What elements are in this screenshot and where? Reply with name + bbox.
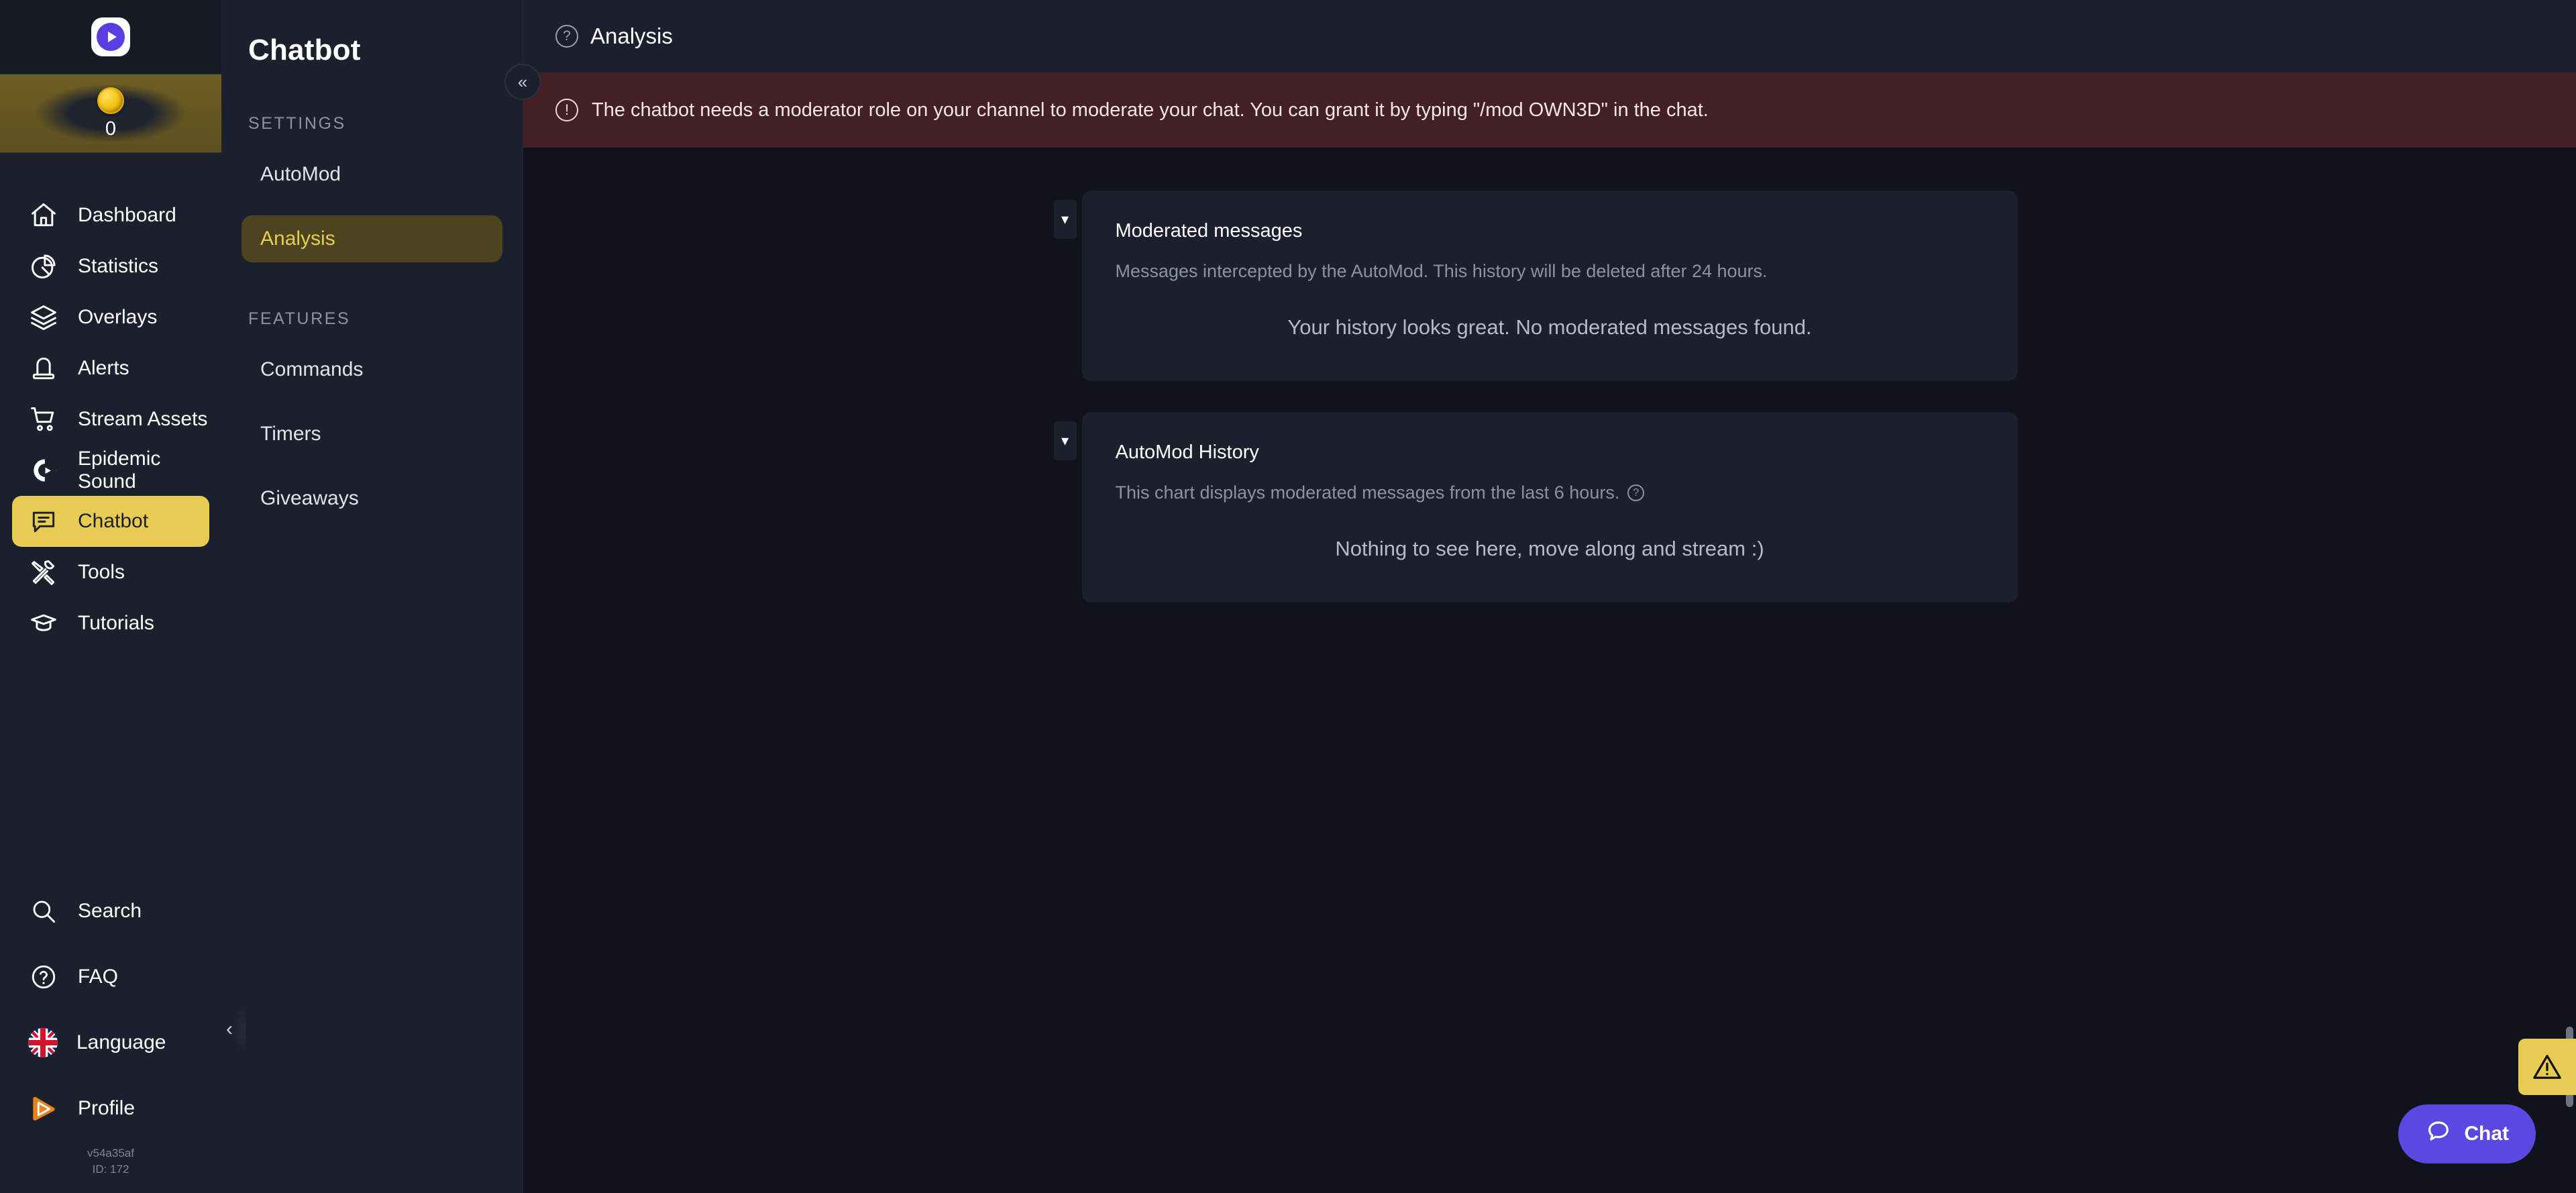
coin-icon [97, 87, 124, 114]
layers-icon [28, 302, 59, 333]
primary-sidebar: 0 Dashboard Statistics Overlays Alerts S… [0, 0, 221, 1193]
shopping-cart-icon [28, 404, 59, 435]
chatbot-panel: Chatbot SETTINGS AutoMod Analysis FEATUR… [221, 0, 541, 1193]
panel-item-label: Giveaways [260, 487, 359, 509]
caret-down-icon[interactable]: ▾ [1053, 200, 1077, 239]
sidebar-item-statistics[interactable]: Statistics [12, 241, 209, 292]
graduation-cap-icon [28, 608, 59, 639]
card-title: Moderated messages [1115, 220, 1303, 242]
pie-chart-icon [28, 251, 59, 282]
panel-item-label: AutoMod [260, 163, 341, 185]
epidemic-sound-icon [28, 455, 59, 486]
panel-item-timers[interactable]: Timers [241, 411, 502, 458]
sidebar-item-overlays[interactable]: Overlays [12, 292, 209, 343]
moderator-warning-banner: ! The chatbot needs a moderator role on … [523, 72, 2576, 148]
caret-down-icon[interactable]: ▾ [1053, 421, 1077, 460]
primary-nav: Dashboard Statistics Overlays Alerts Str… [0, 153, 221, 649]
sidebar-item-label: Language [76, 1031, 166, 1053]
question-circle-icon [28, 962, 59, 992]
sidebar-item-chatbot[interactable]: Chatbot [12, 496, 209, 547]
panel-item-label: Analysis [260, 227, 335, 250]
card-empty-state: Nothing to see here, move along and stre… [1335, 537, 1764, 560]
sidebar-item-alerts[interactable]: Alerts [12, 343, 209, 394]
warning-triangle-icon[interactable] [2518, 1039, 2576, 1095]
chat-launcher-button[interactable]: Chat [2398, 1104, 2536, 1163]
chat-bubble-icon [28, 506, 59, 537]
sidebar-item-label: Tutorials [78, 612, 154, 634]
sidebar-item-tutorials[interactable]: Tutorials [12, 598, 209, 649]
card-row-moderated-messages: ▾ Moderated messages Messages intercepte… [523, 191, 2576, 381]
rail-spacer [0, 649, 221, 878]
app-version: v54a35af [87, 1146, 134, 1159]
automod-history-card: AutoMod History This chart displays mode… [1081, 412, 2018, 603]
app-root: 0 Dashboard Statistics Overlays Alerts S… [0, 0, 2576, 1193]
app-logo[interactable] [0, 0, 221, 74]
page-title: Chatbot [248, 34, 361, 66]
sidebar-item-label: Stream Assets [78, 408, 208, 430]
panel-item-label: Commands [260, 358, 364, 380]
panel-item-automod[interactable]: AutoMod [241, 151, 502, 198]
card-row-automod-history: ▾ AutoMod History This chart displays mo… [523, 412, 2576, 603]
main-content: ? Analysis ! The chatbot needs a moderat… [523, 0, 2576, 1193]
panel-item-commands[interactable]: Commands [241, 346, 502, 393]
sidebar-item-stream-assets[interactable]: Stream Assets [12, 394, 209, 445]
sidebar-item-label: Overlays [78, 306, 158, 328]
chevron-double-left-icon[interactable]: « [504, 64, 541, 100]
moderated-messages-card: Moderated messages Messages intercepted … [1081, 191, 2018, 381]
panel-item-label: Timers [260, 423, 321, 445]
coin-balance[interactable]: 0 [0, 74, 221, 153]
sidebar-item-faq[interactable]: FAQ [12, 944, 209, 1010]
uk-flag-icon [28, 1027, 58, 1057]
sidebar-item-search[interactable]: Search [12, 878, 209, 944]
panel-item-analysis[interactable]: Analysis [241, 215, 502, 262]
card-subtitle-text: Messages intercepted by the AutoMod. Thi… [1115, 261, 1768, 281]
card-title: AutoMod History [1115, 442, 1259, 463]
sidebar-item-label: Statistics [78, 255, 159, 277]
sidebar-item-label: Chatbot [78, 510, 149, 532]
primary-nav-bottom: Search FAQ Language Profile v54a35af ID:… [0, 878, 221, 1193]
question-circle-icon[interactable]: ? [555, 25, 578, 48]
sidebar-item-epidemic-sound[interactable]: Epidemic Sound [12, 445, 209, 496]
card-subtitle: Messages intercepted by the AutoMod. Thi… [1116, 261, 1984, 282]
main-title: Analysis [590, 23, 673, 48]
app-version-block: v54a35af ID: 172 [0, 1141, 221, 1185]
alert-light-icon [28, 353, 59, 384]
cards-container: ▾ Moderated messages Messages intercepte… [523, 148, 2576, 603]
own3d-play-logo-icon [91, 17, 130, 56]
sidebar-item-dashboard[interactable]: Dashboard [12, 190, 209, 241]
card-subtitle-text: This chart displays moderated messages f… [1115, 482, 1620, 503]
sidebar-item-label: Search [78, 899, 142, 922]
home-icon [28, 200, 59, 231]
sidebar-item-profile[interactable]: Profile [12, 1076, 209, 1141]
panel-group-settings-label: SETTINGS [248, 114, 346, 133]
card-subtitle: This chart displays moderated messages f… [1116, 482, 1984, 503]
banner-text: The chatbot needs a moderator role on yo… [592, 99, 1709, 121]
sidebar-item-language[interactable]: Language [12, 1010, 209, 1076]
search-icon [28, 896, 59, 927]
coin-count: 0 [105, 117, 117, 140]
panel-group-features-label: FEATURES [248, 309, 351, 328]
tools-icon [28, 557, 59, 588]
question-circle-icon[interactable]: ? [1627, 484, 1645, 501]
exclamation-circle-icon: ! [555, 99, 578, 121]
sidebar-item-label: Tools [78, 561, 125, 583]
sidebar-item-label: Alerts [78, 357, 129, 379]
sidebar-item-label: Epidemic Sound [78, 448, 161, 492]
user-id: ID: 172 [92, 1163, 129, 1176]
chat-bubble-icon [2425, 1118, 2452, 1150]
sidebar-item-label: FAQ [78, 965, 119, 988]
sidebar-item-tools[interactable]: Tools [12, 547, 209, 598]
panel-item-giveaways[interactable]: Giveaways [241, 475, 502, 522]
chat-launcher-label: Chat [2464, 1123, 2509, 1145]
sidebar-item-label: Profile [78, 1096, 136, 1119]
chevron-left-icon[interactable]: ‹ [213, 1000, 246, 1059]
main-header: ? Analysis [523, 0, 2576, 72]
profile-play-icon [28, 1093, 59, 1124]
card-empty-state: Your history looks great. No moderated m… [1287, 315, 1812, 339]
sidebar-item-label: Dashboard [78, 204, 176, 226]
